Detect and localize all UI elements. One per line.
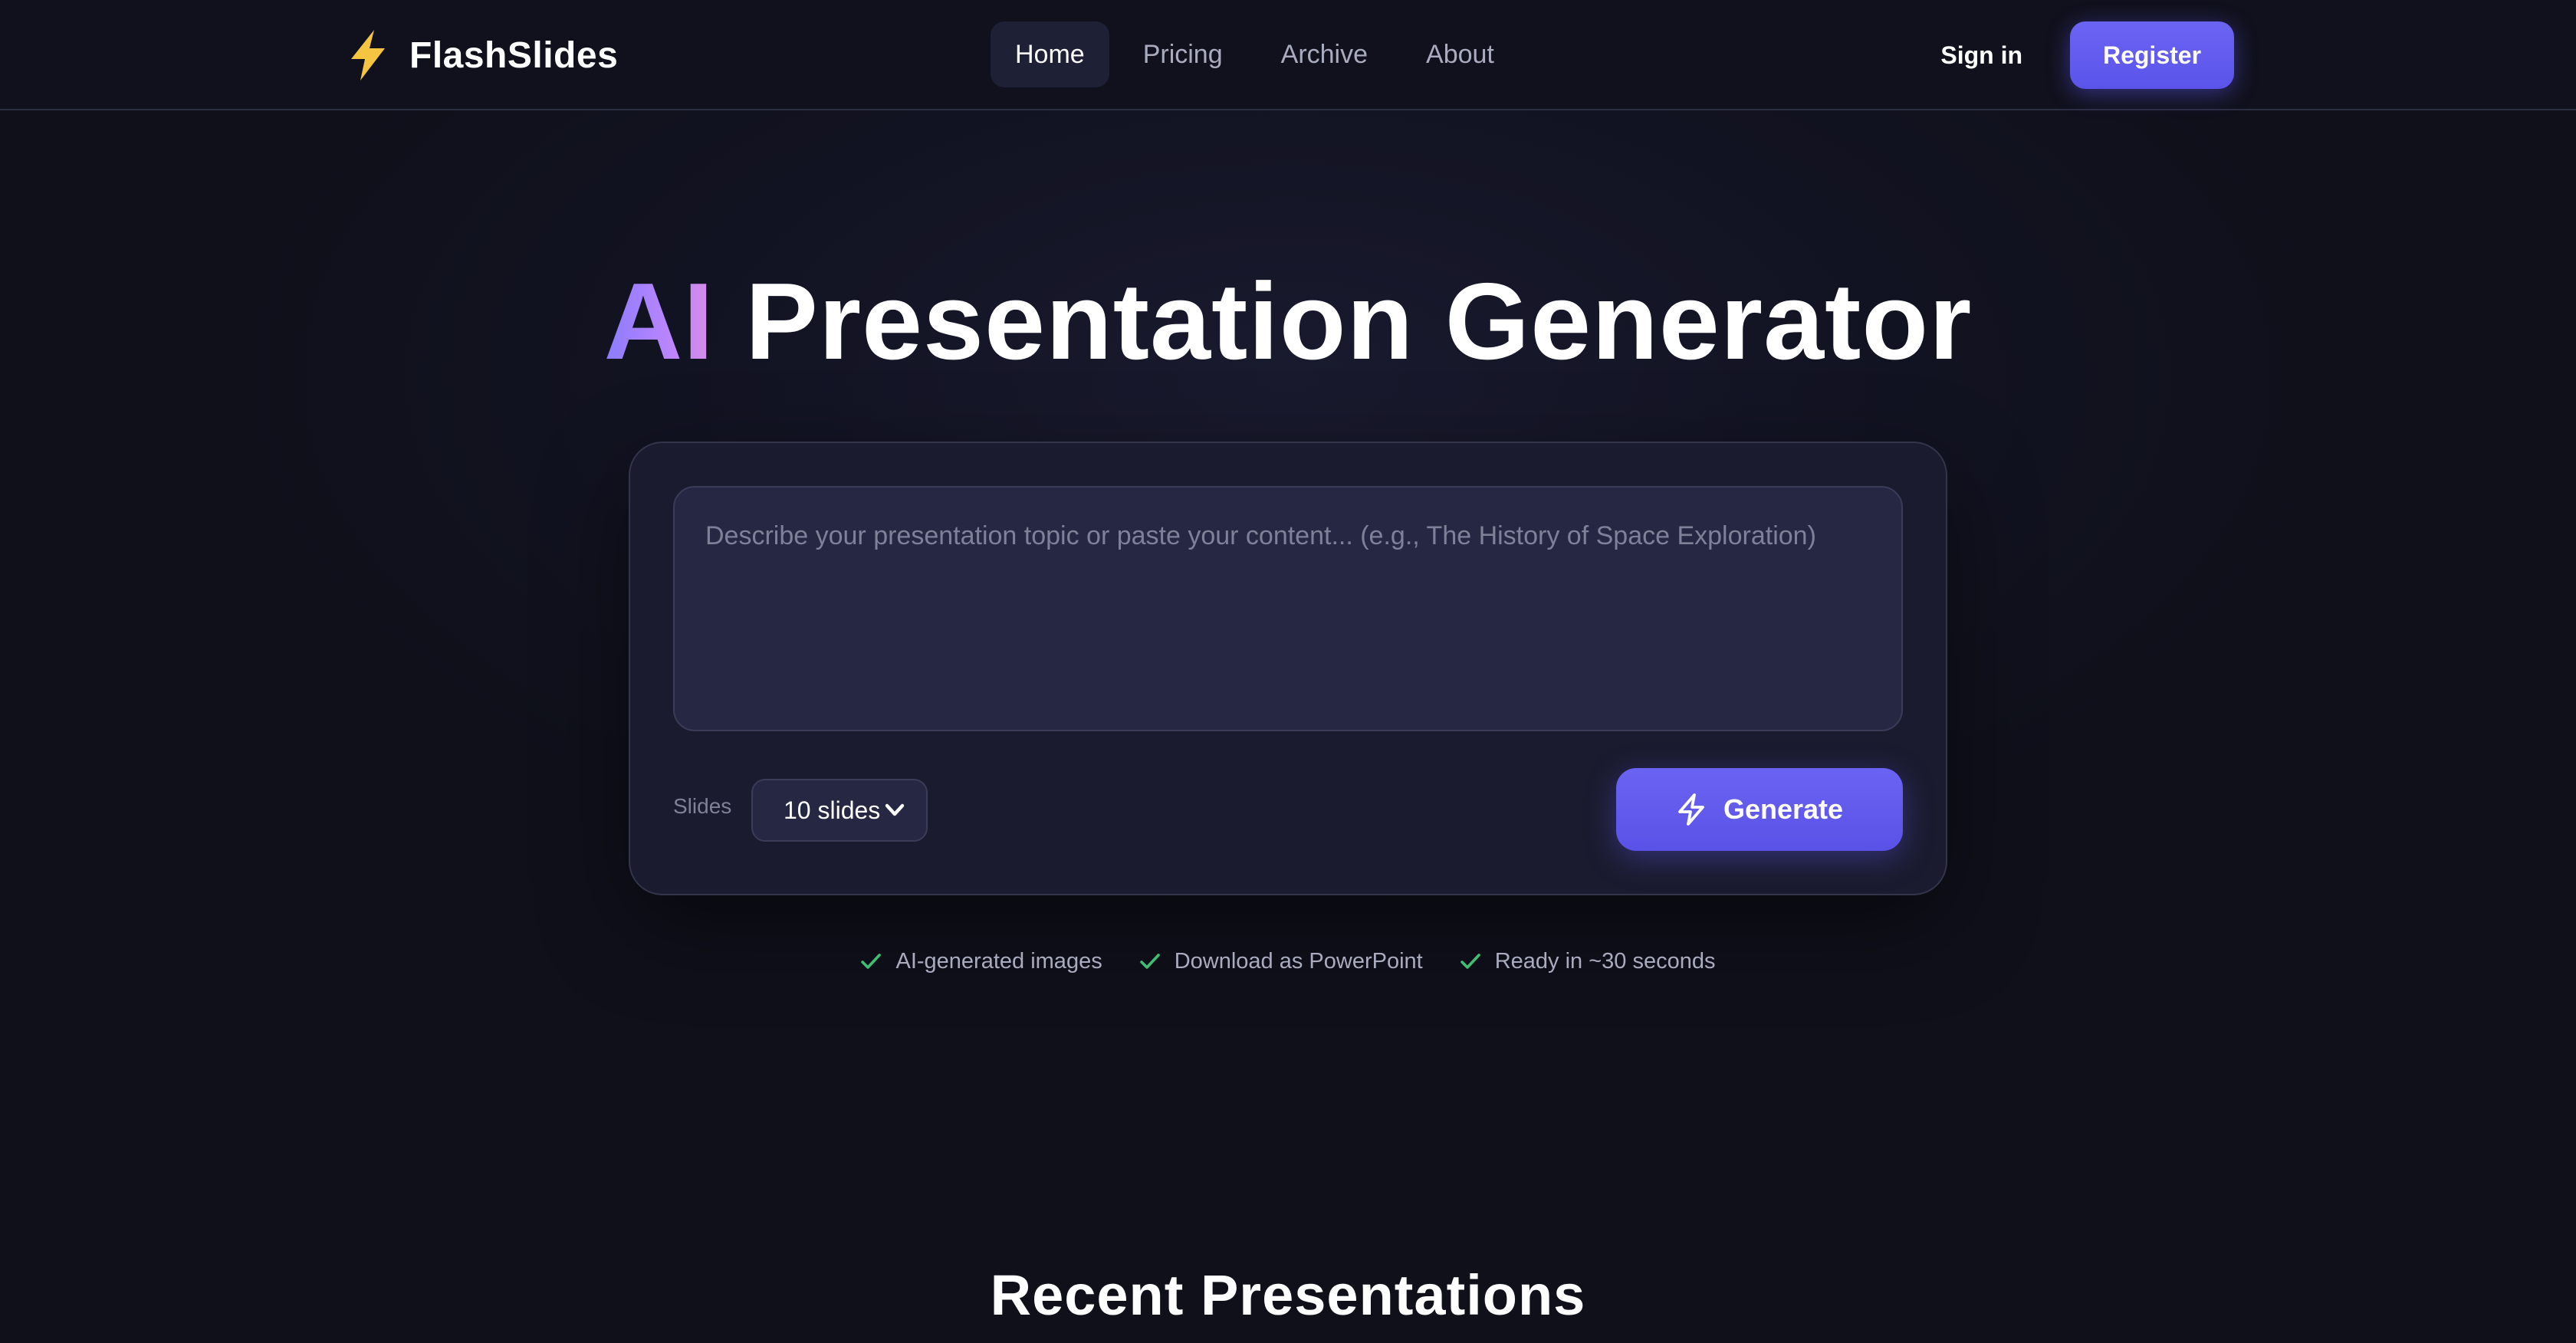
brand-name: FlashSlides <box>409 34 619 76</box>
feature-item: AI-generated images <box>860 949 1102 974</box>
register-button[interactable]: Register <box>2070 21 2234 89</box>
check-icon <box>1139 954 1160 969</box>
feature-item: Ready in ~30 seconds <box>1460 949 1716 974</box>
lightning-outline-icon <box>1678 793 1704 826</box>
feature-list: AI-generated images Download as PowerPoi… <box>0 941 2576 981</box>
generate-button[interactable]: Generate <box>1616 768 1903 851</box>
feature-text: Download as PowerPoint <box>1174 948 1423 974</box>
lightning-bolt-icon <box>351 30 385 80</box>
page-title: AI Presentation Generator <box>0 261 2576 383</box>
chevron-down-icon <box>885 803 905 816</box>
generate-button-label: Generate <box>1723 793 1844 825</box>
topic-input[interactable] <box>673 486 1903 731</box>
sign-in-link[interactable]: Sign in <box>1940 41 2022 70</box>
recent-presentations-heading: Recent Presentations <box>990 1263 1586 1327</box>
nav-link-archive[interactable]: Archive <box>1257 21 1392 87</box>
brand[interactable]: FlashSlides <box>347 28 618 83</box>
page-title-rest: Presentation Generator <box>714 261 1973 383</box>
nav-link-pricing[interactable]: Pricing <box>1119 21 1247 87</box>
feature-text: AI-generated images <box>895 948 1102 974</box>
page-title-accent: AI <box>603 261 715 383</box>
nav-link-about[interactable]: About <box>1401 21 1519 87</box>
main-nav: Home Pricing Archive About <box>991 21 1519 87</box>
generator-card: Slides 10 slides Generate <box>629 442 1947 895</box>
slides-select-value: 10 slides <box>784 796 881 824</box>
check-icon <box>1460 954 1480 969</box>
top-navbar: FlashSlides Home Pricing Archive About S… <box>0 0 2576 110</box>
nav-link-home[interactable]: Home <box>991 21 1109 87</box>
check-icon <box>861 954 882 969</box>
slides-label: Slides <box>673 794 732 818</box>
slides-count-select[interactable]: 10 slides <box>751 779 928 842</box>
feature-text: Ready in ~30 seconds <box>1494 948 1716 974</box>
auth-actions: Sign in Register <box>1940 21 2234 89</box>
feature-item: Download as PowerPoint <box>1139 949 1423 974</box>
